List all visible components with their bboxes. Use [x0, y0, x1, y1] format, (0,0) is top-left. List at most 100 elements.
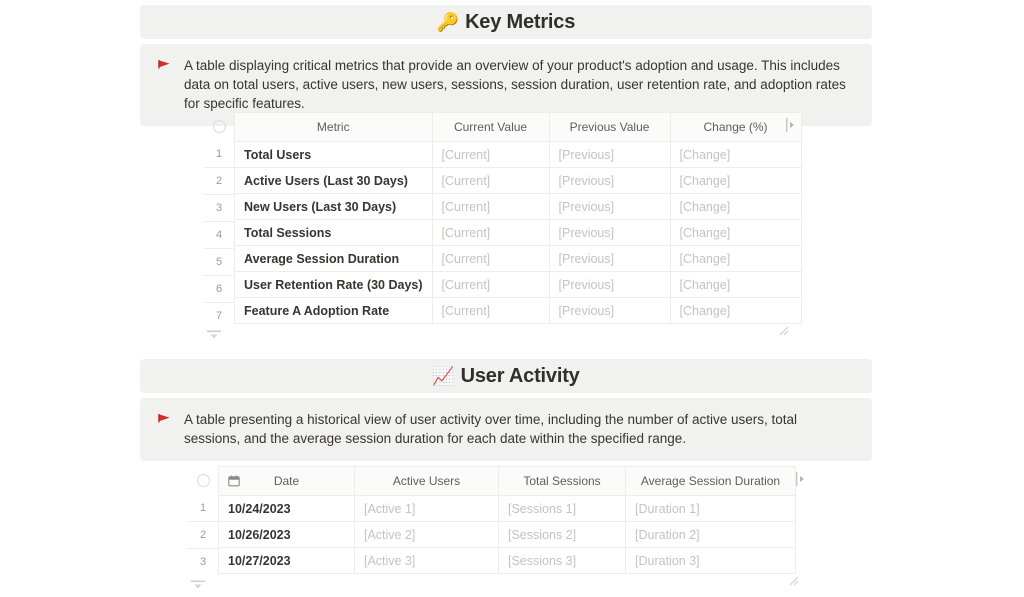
add-row-button[interactable]: [191, 580, 205, 590]
section-heading-user-activity[interactable]: 📈 User Activity: [140, 359, 872, 393]
cell-active-users[interactable]: [Active 1]: [355, 496, 499, 522]
page-title-user-activity: User Activity: [461, 366, 580, 386]
cell-previous-value[interactable]: [Previous]: [549, 194, 670, 220]
cell-current-value[interactable]: [Current]: [432, 272, 549, 298]
add-column-button[interactable]: [796, 472, 805, 486]
column-header-metric[interactable]: Metric: [235, 113, 433, 142]
column-header-avg-session-duration[interactable]: Average Session Duration: [626, 467, 796, 496]
cell-metric[interactable]: Active Users (Last 30 Days): [235, 168, 433, 194]
cell-total-sessions[interactable]: [Sessions 3]: [499, 548, 626, 574]
add-column-button[interactable]: [786, 118, 795, 132]
cell-previous-value[interactable]: [Previous]: [549, 272, 670, 298]
row-gutter: 1 2 3: [188, 466, 218, 575]
cell-avg-duration[interactable]: [Duration 3]: [626, 548, 796, 574]
select-all-cell[interactable]: [188, 466, 218, 495]
cell-total-sessions[interactable]: [Sessions 2]: [499, 522, 626, 548]
database-grid: 1 2 3 4 5 6 7 Metric Current Va: [204, 112, 802, 329]
table-row[interactable]: 10/27/2023 [Active 3] [Sessions 3] [Dura…: [219, 548, 796, 574]
row-number[interactable]: 1: [188, 495, 218, 521]
table-row[interactable]: 10/24/2023 [Active 1] [Sessions 1] [Dura…: [219, 496, 796, 522]
header-content: Date: [228, 467, 345, 495]
cell-previous-value[interactable]: [Previous]: [549, 246, 670, 272]
select-all-circle-icon[interactable]: [197, 474, 210, 487]
table-row[interactable]: User Retention Rate (30 Days) [Current] …: [235, 272, 802, 298]
column-header-current-value[interactable]: Current Value: [432, 113, 549, 142]
row-number[interactable]: 6: [204, 275, 234, 302]
cell-metric[interactable]: User Retention Rate (30 Days): [235, 272, 433, 298]
table-row[interactable]: Total Users [Current] [Previous] [Change…: [235, 142, 802, 168]
table-user-activity: Date Active Users Total Sessions Average…: [218, 466, 796, 574]
cell-metric[interactable]: New Users (Last 30 Days): [235, 194, 433, 220]
row-number[interactable]: 3: [204, 194, 234, 221]
table-row[interactable]: Feature A Adoption Rate [Current] [Previ…: [235, 298, 802, 324]
cell-date[interactable]: 10/24/2023: [219, 496, 355, 522]
cell-date[interactable]: 10/27/2023: [219, 548, 355, 574]
cell-metric[interactable]: Feature A Adoption Rate: [235, 298, 433, 324]
column-header-active-users[interactable]: Active Users: [355, 467, 499, 496]
table-resize-grip[interactable]: [788, 575, 799, 586]
table-resize-grip[interactable]: [778, 325, 789, 336]
row-number[interactable]: 4: [204, 221, 234, 248]
table-header-row: Metric Current Value Previous Value Chan…: [235, 113, 802, 142]
heading-inner: 📈 User Activity: [432, 366, 579, 386]
cell-active-users[interactable]: [Active 3]: [355, 548, 499, 574]
cell-previous-value[interactable]: [Previous]: [549, 298, 670, 324]
cell-previous-value[interactable]: [Previous]: [549, 168, 670, 194]
row-number[interactable]: 7: [204, 302, 234, 329]
red-flag-icon: [156, 413, 172, 424]
row-number[interactable]: 1: [204, 141, 234, 167]
cell-change[interactable]: [Change]: [670, 168, 801, 194]
table-row[interactable]: New Users (Last 30 Days) [Current] [Prev…: [235, 194, 802, 220]
cell-avg-duration[interactable]: [Duration 2]: [626, 522, 796, 548]
cell-current-value[interactable]: [Current]: [432, 194, 549, 220]
cell-previous-value[interactable]: [Previous]: [549, 142, 670, 168]
table-row[interactable]: 10/26/2023 [Active 2] [Sessions 2] [Dura…: [219, 522, 796, 548]
calendar-icon: [228, 475, 240, 487]
cell-current-value[interactable]: [Current]: [432, 142, 549, 168]
row-number[interactable]: 2: [188, 521, 218, 548]
cell-change[interactable]: [Change]: [670, 194, 801, 220]
cell-change[interactable]: [Change]: [670, 298, 801, 324]
cell-current-value[interactable]: [Current]: [432, 246, 549, 272]
column-header-date[interactable]: Date: [219, 467, 355, 496]
column-header-total-sessions[interactable]: Total Sessions: [499, 467, 626, 496]
column-header-change-pct[interactable]: Change (%): [670, 113, 801, 142]
database-table-user-activity: 1 2 3: [188, 466, 796, 575]
row-number[interactable]: 5: [204, 248, 234, 275]
cell-change[interactable]: [Change]: [670, 272, 801, 298]
cell-avg-duration[interactable]: [Duration 1]: [626, 496, 796, 522]
heading-inner: 🔑 Key Metrics: [437, 12, 575, 32]
chart-increasing-icon: 📈: [432, 367, 454, 385]
cell-total-sessions[interactable]: [Sessions 1]: [499, 496, 626, 522]
table-row[interactable]: Total Sessions [Current] [Previous] [Cha…: [235, 220, 802, 246]
cell-change[interactable]: [Change]: [670, 220, 801, 246]
red-flag-icon: [156, 59, 172, 70]
column-header-previous-value[interactable]: Previous Value: [549, 113, 670, 142]
page-title-key-metrics: Key Metrics: [465, 12, 575, 32]
column-header-date-label: Date: [274, 474, 299, 488]
callout-text-user-activity: A table presenting a historical view of …: [184, 410, 856, 448]
section-heading-key-metrics[interactable]: 🔑 Key Metrics: [140, 5, 872, 39]
callout-user-activity[interactable]: A table presenting a historical view of …: [140, 398, 872, 461]
cell-date[interactable]: 10/26/2023: [219, 522, 355, 548]
cell-active-users[interactable]: [Active 2]: [355, 522, 499, 548]
database-table-key-metrics: 1 2 3 4 5 6 7 Metric Current Va: [204, 112, 802, 329]
row-number[interactable]: 2: [204, 167, 234, 194]
cell-previous-value[interactable]: [Previous]: [549, 220, 670, 246]
cell-current-value[interactable]: [Current]: [432, 168, 549, 194]
cell-change[interactable]: [Change]: [670, 246, 801, 272]
document-page: 🔑 Key Metrics A table displaying critica…: [0, 0, 1024, 597]
key-icon: 🔑: [437, 13, 459, 31]
cell-metric[interactable]: Total Sessions: [235, 220, 433, 246]
table-row[interactable]: Average Session Duration [Current] [Prev…: [235, 246, 802, 272]
cell-current-value[interactable]: [Current]: [432, 220, 549, 246]
cell-current-value[interactable]: [Current]: [432, 298, 549, 324]
cell-metric[interactable]: Average Session Duration: [235, 246, 433, 272]
cell-change[interactable]: [Change]: [670, 142, 801, 168]
table-row[interactable]: Active Users (Last 30 Days) [Current] [P…: [235, 168, 802, 194]
add-row-button[interactable]: [207, 330, 221, 340]
select-all-cell[interactable]: [204, 112, 234, 141]
row-number[interactable]: 3: [188, 548, 218, 575]
select-all-circle-icon[interactable]: [213, 120, 226, 133]
cell-metric[interactable]: Total Users: [235, 142, 433, 168]
